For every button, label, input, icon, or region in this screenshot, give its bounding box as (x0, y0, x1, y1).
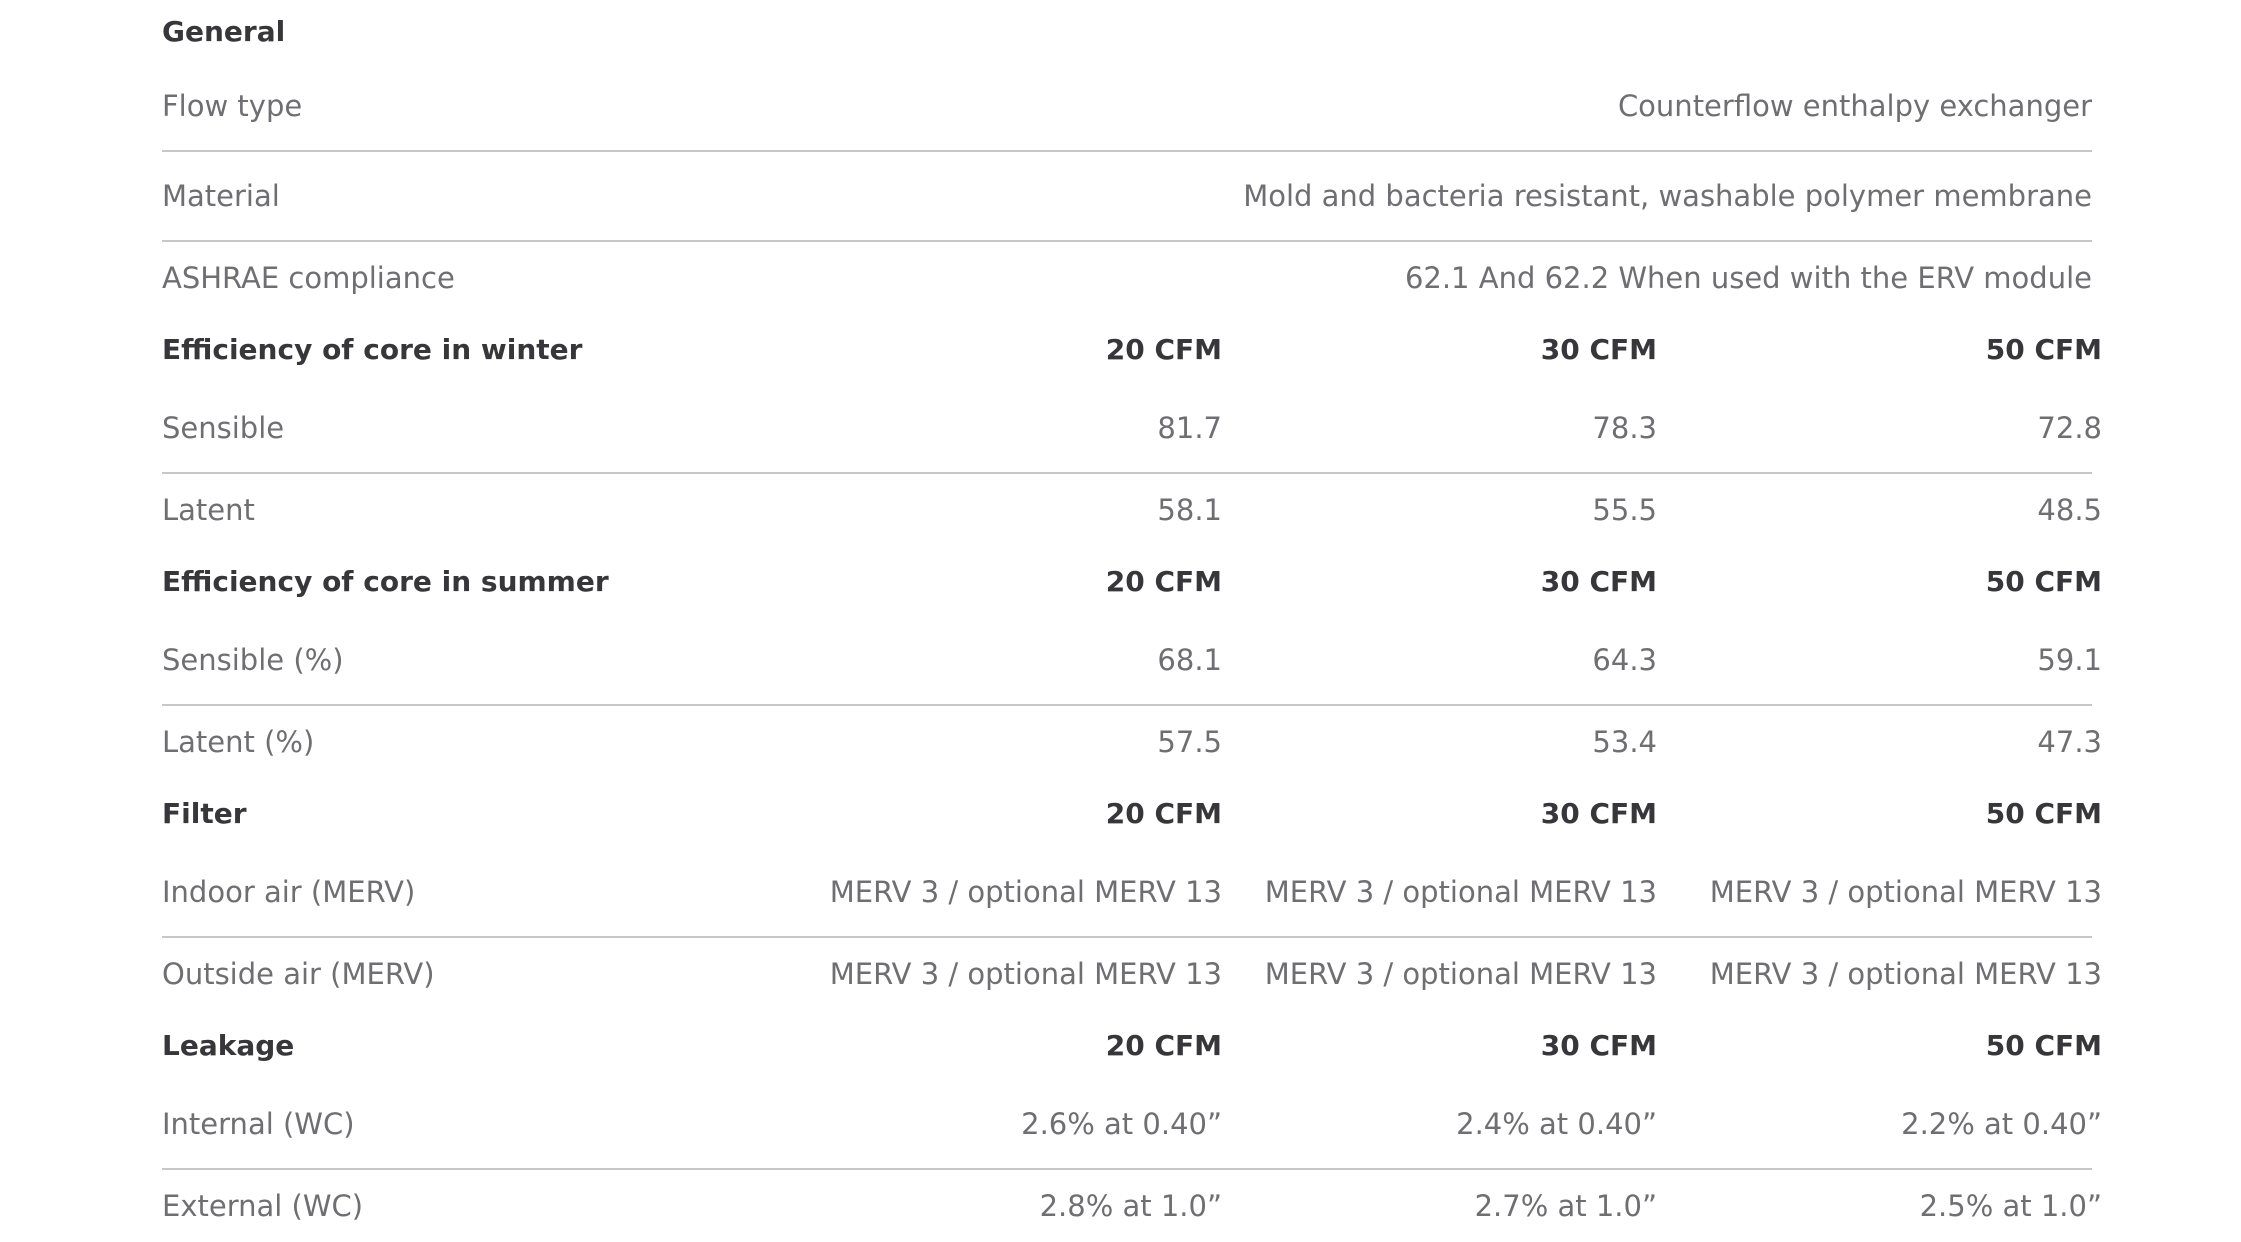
row-label: Sensible (162, 411, 285, 445)
cell-value: MERV 3 / optional MERV 13 (1709, 875, 2102, 909)
row-label: Outside air (MERV) (162, 957, 435, 991)
spec-row-leakage-external: External (WC) 2.8% at 1.0” 2.7% at 1.0” … (162, 1170, 2102, 1242)
spec-row-winter-latent: Latent 58.1 55.5 48.5 (162, 474, 2102, 546)
column-header: 20 CFM (1105, 564, 1222, 598)
column-header: 30 CFM (1540, 796, 1657, 830)
cell-value: 53.4 (1592, 725, 1657, 759)
cell-value: 55.5 (1592, 493, 1657, 527)
cell-value: MERV 3 / optional MERV 13 (1264, 957, 1657, 991)
section-title-general: General (162, 14, 286, 48)
row-label: Internal (WC) (162, 1107, 355, 1141)
row-label: ASHRAE compliance (162, 261, 455, 295)
row-label: Latent (162, 493, 255, 527)
row-value: 62.1 And 62.2 When used with the ERV mod… (1404, 261, 2092, 295)
cell-value: 47.3 (2037, 725, 2102, 759)
cell-value: 59.1 (2037, 643, 2102, 677)
row-value: Counterflow enthalpy exchanger (1617, 89, 2092, 123)
section-title-leakage: Leakage (162, 1028, 295, 1062)
cell-value: 81.7 (1157, 411, 1222, 445)
column-header: 30 CFM (1540, 332, 1657, 366)
row-value: Mold and bacteria resistant, washable po… (1243, 179, 2092, 213)
section-header-summer: Efficiency of core in summer 20 CFM 30 C… (162, 546, 2102, 616)
column-header: 30 CFM (1540, 564, 1657, 598)
cell-value: 72.8 (2037, 411, 2102, 445)
spec-row-filter-indoor: Indoor air (MERV) MERV 3 / optional MERV… (162, 848, 2102, 938)
spec-table: General Flow type Counterflow enthalpy e… (162, 0, 2102, 1242)
cell-value: 64.3 (1592, 643, 1657, 677)
cell-value: 2.4% at 0.40” (1456, 1107, 1657, 1141)
column-header: 50 CFM (1985, 1028, 2102, 1062)
spec-row-winter-sensible: Sensible 81.7 78.3 72.8 (162, 384, 2102, 474)
row-label: Indoor air (MERV) (162, 875, 416, 909)
cell-value: MERV 3 / optional MERV 13 (829, 957, 1222, 991)
spec-row-flow-type: Flow type Counterflow enthalpy exchanger (162, 62, 2092, 152)
column-header: 20 CFM (1105, 796, 1222, 830)
section-header-leakage: Leakage 20 CFM 30 CFM 50 CFM (162, 1010, 2102, 1080)
cell-value: 58.1 (1157, 493, 1222, 527)
row-label: Sensible (%) (162, 643, 344, 677)
row-label: Latent (%) (162, 725, 315, 759)
column-header: 50 CFM (1985, 796, 2102, 830)
cell-value: MERV 3 / optional MERV 13 (1709, 957, 2102, 991)
column-header: 50 CFM (1985, 564, 2102, 598)
spec-row-summer-latent: Latent (%) 57.5 53.4 47.3 (162, 706, 2102, 778)
section-title-filter: Filter (162, 796, 247, 830)
spec-row-summer-sensible: Sensible (%) 68.1 64.3 59.1 (162, 616, 2102, 706)
cell-value: 57.5 (1157, 725, 1222, 759)
cell-value: MERV 3 / optional MERV 13 (829, 875, 1222, 909)
column-header: 20 CFM (1105, 1028, 1222, 1062)
cell-value: MERV 3 / optional MERV 13 (1264, 875, 1657, 909)
column-header: 20 CFM (1105, 332, 1222, 366)
section-header-filter: Filter 20 CFM 30 CFM 50 CFM (162, 778, 2102, 848)
cell-value: 48.5 (2037, 493, 2102, 527)
column-header: 50 CFM (1985, 332, 2102, 366)
row-label: Flow type (162, 89, 303, 123)
cell-value: 2.2% at 0.40” (1901, 1107, 2102, 1141)
section-title-summer: Efficiency of core in summer (162, 564, 609, 598)
spec-row-ashrae: ASHRAE compliance 62.1 And 62.2 When use… (162, 242, 2092, 314)
cell-value: 78.3 (1592, 411, 1657, 445)
section-title-winter: Efficiency of core in winter (162, 332, 583, 366)
cell-value: 2.6% at 0.40” (1021, 1107, 1222, 1141)
section-header-winter: Efficiency of core in winter 20 CFM 30 C… (162, 314, 2102, 384)
spec-row-filter-outside: Outside air (MERV) MERV 3 / optional MER… (162, 938, 2102, 1010)
column-header: 30 CFM (1540, 1028, 1657, 1062)
spec-row-leakage-internal: Internal (WC) 2.6% at 0.40” 2.4% at 0.40… (162, 1080, 2102, 1170)
row-label: Material (162, 179, 280, 213)
spec-row-material: Material Mold and bacteria resistant, wa… (162, 152, 2092, 242)
cell-value: 68.1 (1157, 643, 1222, 677)
